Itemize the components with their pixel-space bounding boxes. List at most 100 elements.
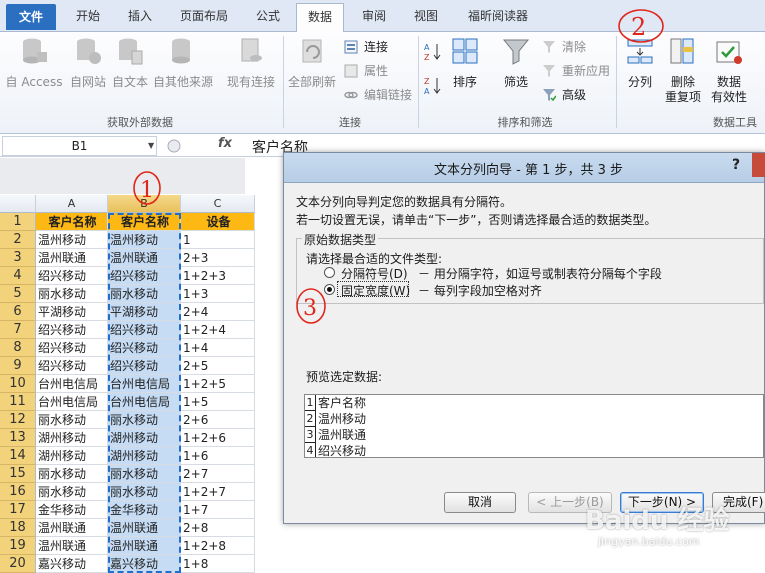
existing-connections-button[interactable]: 现有连接 bbox=[224, 36, 278, 112]
row-number[interactable]: 19 bbox=[0, 537, 36, 555]
tab-page-layout[interactable]: 页面布局 bbox=[170, 3, 238, 32]
fixed-width-radio[interactable] bbox=[324, 284, 335, 295]
cell-col-a[interactable]: 绍兴移动 bbox=[36, 339, 108, 357]
row-number[interactable]: 4 bbox=[0, 267, 36, 285]
cell-col-c[interactable]: 2+5 bbox=[181, 357, 255, 375]
from-access-button[interactable]: 自 Access bbox=[2, 36, 66, 112]
cell-col-a[interactable]: 温州联通 bbox=[36, 249, 108, 267]
from-text-button[interactable]: 自文本 bbox=[110, 36, 150, 112]
cell-col-a[interactable]: 绍兴移动 bbox=[36, 357, 108, 375]
cell-col-a[interactable]: 丽水移动 bbox=[36, 411, 108, 429]
tab-insert[interactable]: 插入 bbox=[116, 3, 164, 32]
row-number[interactable]: 13 bbox=[0, 429, 36, 447]
sort-descending-icon[interactable]: ZA bbox=[424, 76, 442, 96]
remove-duplicates-button[interactable]: 删除 重复项 bbox=[662, 36, 704, 112]
cell-col-c[interactable]: 1+2+8 bbox=[181, 537, 255, 555]
cell-col-a[interactable]: 温州联通 bbox=[36, 537, 108, 555]
select-all-corner[interactable] bbox=[0, 195, 36, 213]
cell-col-a[interactable]: 嘉兴移动 bbox=[36, 555, 108, 573]
row-number[interactable]: 10 bbox=[0, 375, 36, 393]
cell-col-c[interactable]: 1+2+6 bbox=[181, 429, 255, 447]
row-number[interactable]: 16 bbox=[0, 483, 36, 501]
cell-col-a[interactable]: 温州移动 bbox=[36, 231, 108, 249]
cell-col-a[interactable]: 台州电信局 bbox=[36, 393, 108, 411]
dialog-titlebar[interactable]: 文本分列向导 - 第 1 步，共 3 步 ? bbox=[284, 153, 765, 183]
cell-col-a[interactable]: 湖州移动 bbox=[36, 429, 108, 447]
clear-filter-button[interactable]: 清除 bbox=[540, 37, 586, 57]
tab-view[interactable]: 视图 bbox=[402, 3, 450, 32]
properties-button[interactable]: 属性 bbox=[342, 61, 388, 81]
row-number[interactable]: 7 bbox=[0, 321, 36, 339]
cell-col-c[interactable]: 1+4 bbox=[181, 339, 255, 357]
row-number[interactable]: 1 bbox=[0, 213, 36, 231]
tab-home[interactable]: 开始 bbox=[64, 3, 112, 32]
row-number[interactable]: 3 bbox=[0, 249, 36, 267]
row-number[interactable]: 8 bbox=[0, 339, 36, 357]
from-other-sources-button[interactable]: 自其他来源 bbox=[150, 36, 216, 112]
cell-col-a[interactable]: 客户名称 bbox=[36, 213, 108, 231]
column-header-a[interactable]: A bbox=[36, 195, 108, 213]
cancel-button[interactable]: 取消 bbox=[444, 492, 516, 513]
row-number[interactable]: 17 bbox=[0, 501, 36, 519]
column-header-c[interactable]: C bbox=[181, 195, 255, 213]
edit-links-button[interactable]: 编辑链接 bbox=[342, 85, 412, 105]
column-header-b[interactable]: B bbox=[108, 195, 181, 213]
cell-col-a[interactable]: 温州联通 bbox=[36, 519, 108, 537]
refresh-all-button[interactable]: 全部刷新 bbox=[286, 36, 338, 112]
cell-col-a[interactable]: 平湖移动 bbox=[36, 303, 108, 321]
row-number[interactable]: 5 bbox=[0, 285, 36, 303]
cell-col-c[interactable]: 2+4 bbox=[181, 303, 255, 321]
fixed-width-label[interactable]: 固定宽度(W) bbox=[341, 282, 410, 299]
sort-ascending-icon[interactable]: AZ bbox=[424, 42, 442, 62]
tab-formulas[interactable]: 公式 bbox=[244, 3, 292, 32]
delimited-radio[interactable] bbox=[324, 267, 335, 278]
advanced-filter-button[interactable]: 高级 bbox=[540, 85, 586, 105]
row-number[interactable]: 15 bbox=[0, 465, 36, 483]
cell-col-a[interactable]: 绍兴移动 bbox=[36, 267, 108, 285]
name-box[interactable]: B1 bbox=[2, 136, 157, 156]
cell-col-a[interactable]: 金华移动 bbox=[36, 501, 108, 519]
row-number[interactable]: 20 bbox=[0, 555, 36, 573]
filter-button[interactable]: 筛选 bbox=[496, 36, 536, 112]
tab-foxit-reader[interactable]: 福昕阅读器 bbox=[456, 3, 540, 32]
text-to-columns-button[interactable]: 分列 bbox=[620, 36, 660, 112]
data-validation-button[interactable]: 数据 有效性 bbox=[706, 36, 752, 112]
cell-col-a[interactable]: 丽水移动 bbox=[36, 483, 108, 501]
cell-col-a[interactable]: 丽水移动 bbox=[36, 285, 108, 303]
row-number[interactable]: 9 bbox=[0, 357, 36, 375]
cell-col-c[interactable]: 1+6 bbox=[181, 447, 255, 465]
cell-col-a[interactable]: 绍兴移动 bbox=[36, 321, 108, 339]
cell-col-c[interactable]: 1 bbox=[181, 231, 255, 249]
cell-col-c[interactable]: 2+6 bbox=[181, 411, 255, 429]
cell-col-c[interactable]: 设备 bbox=[181, 213, 255, 231]
chevron-down-icon[interactable]: ▼ bbox=[148, 141, 154, 150]
cell-col-c[interactable]: 1+8 bbox=[181, 555, 255, 573]
cell-col-c[interactable]: 1+2+5 bbox=[181, 375, 255, 393]
from-web-button[interactable]: 自网站 bbox=[66, 36, 110, 112]
cell-col-a[interactable]: 丽水移动 bbox=[36, 465, 108, 483]
insert-function-icon[interactable]: fx bbox=[218, 136, 232, 151]
cell-col-c[interactable]: 1+3 bbox=[181, 285, 255, 303]
row-number[interactable]: 18 bbox=[0, 519, 36, 537]
cell-col-a[interactable]: 台州电信局 bbox=[36, 375, 108, 393]
cell-col-c[interactable]: 1+7 bbox=[181, 501, 255, 519]
row-number[interactable]: 12 bbox=[0, 411, 36, 429]
row-number[interactable]: 11 bbox=[0, 393, 36, 411]
row-number[interactable]: 6 bbox=[0, 303, 36, 321]
cell-col-c[interactable]: 1+2+3 bbox=[181, 267, 255, 285]
data-preview-box[interactable]: 1 客户名称 2 温州移动 3 温州联通 4 绍兴移动 bbox=[304, 394, 764, 458]
cell-col-c[interactable]: 1+2+4 bbox=[181, 321, 255, 339]
cell-col-c[interactable]: 2+7 bbox=[181, 465, 255, 483]
tab-file[interactable]: 文件 bbox=[6, 4, 56, 30]
cell-col-c[interactable]: 1+2+7 bbox=[181, 483, 255, 501]
formula-bar-resize-icon[interactable] bbox=[166, 138, 182, 154]
sort-button[interactable]: 排序 bbox=[446, 36, 484, 112]
close-icon[interactable] bbox=[752, 153, 765, 177]
delimited-label[interactable]: 分隔符号(D) bbox=[341, 265, 408, 282]
cell-col-c[interactable]: 2+3 bbox=[181, 249, 255, 267]
cell-col-c[interactable]: 1+5 bbox=[181, 393, 255, 411]
reapply-button[interactable]: 重新应用 bbox=[540, 61, 610, 81]
help-icon[interactable]: ? bbox=[732, 157, 740, 173]
tab-review[interactable]: 审阅 bbox=[350, 3, 398, 32]
worksheet-grid[interactable]: A B C 1 客户名称 客户名称 设备 2 温州移动 温州移动 1 3 温州联通 温州联通 2+3 4… bbox=[0, 195, 255, 573]
